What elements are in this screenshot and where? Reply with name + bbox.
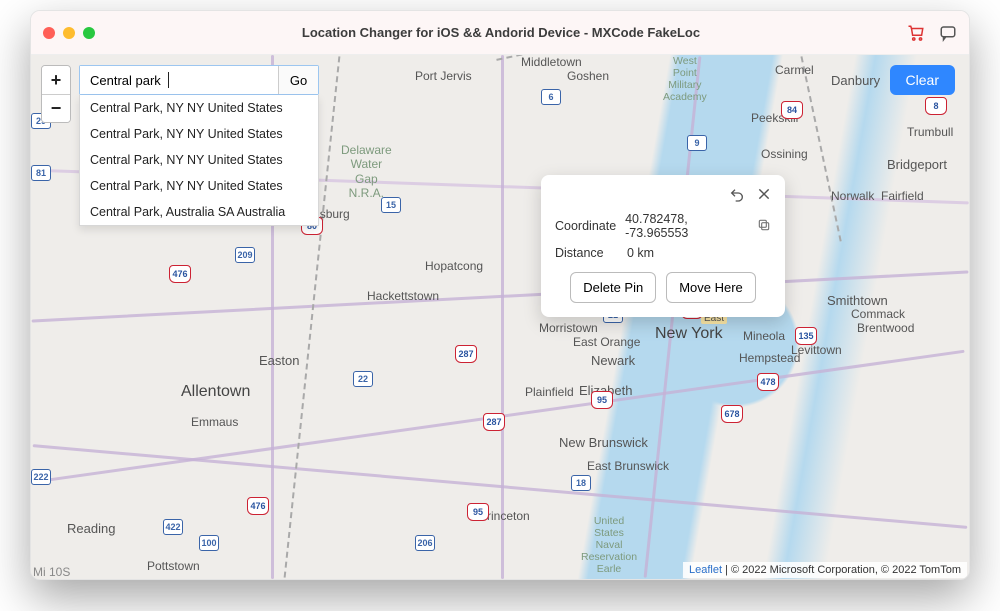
leaflet-link[interactable]: Leaflet	[689, 564, 722, 576]
map-label: East Orange	[573, 335, 640, 349]
map-label: Reading	[67, 521, 115, 536]
map-label: New York	[655, 325, 723, 343]
map-label: West Point Military Academy	[663, 55, 707, 103]
go-button[interactable]: Go	[278, 66, 318, 94]
map-label: Hempstead	[739, 351, 800, 365]
map-label: Norwalk	[831, 189, 874, 203]
copy-icon[interactable]	[757, 218, 771, 235]
clear-button[interactable]: Clear	[890, 65, 955, 95]
map-label: Fairfield	[881, 189, 924, 203]
coord-value: 40.782478, -73.965553	[625, 212, 751, 240]
map-attribution: Leaflet | © 2022 Microsoft Corporation, …	[683, 562, 967, 578]
titlebar: Location Changer for iOS && Andorid Devi…	[31, 11, 969, 55]
map-label: Bridgeport	[887, 157, 947, 172]
map-label: Newark	[591, 353, 635, 368]
suggestion-item[interactable]: Central Park, NY NY United States	[80, 147, 318, 173]
delete-pin-button[interactable]: Delete Pin	[570, 272, 656, 303]
map-label: Brentwood	[857, 321, 914, 335]
map-label: Trumbull	[907, 125, 953, 139]
cart-icon[interactable]	[907, 24, 925, 42]
map-label: Delaware Water Gap N.R.A.	[341, 143, 392, 201]
chat-icon[interactable]	[939, 24, 957, 42]
map-label: Pottstown	[147, 559, 200, 573]
distance-value: 0 km	[627, 246, 654, 260]
attribution-text: | © 2022 Microsoft Corporation, © 2022 T…	[722, 564, 961, 576]
map-label: Plainfield	[525, 385, 574, 399]
undo-icon[interactable]	[729, 187, 745, 206]
zoom-in-button[interactable]: +	[42, 66, 70, 94]
map-label: Emmaus	[191, 415, 238, 429]
zoom-out-button[interactable]: −	[42, 94, 70, 122]
map-label: Smithtown	[827, 293, 888, 308]
map-label: Ossining	[761, 147, 808, 161]
map-label: United States Naval Reservation Earle	[581, 515, 637, 575]
coordinate-popup: Coordinate 40.782478, -73.965553 Distanc…	[541, 175, 785, 317]
map-label: Port Jervis	[415, 69, 472, 83]
map-label: Danbury	[831, 73, 880, 88]
suggestion-item[interactable]: Central Park, NY NY United States	[80, 173, 318, 199]
close-icon[interactable]	[757, 187, 771, 206]
search-bar: Go	[79, 65, 319, 95]
map-label: Mineola	[743, 329, 785, 343]
map-label: Hopatcong	[425, 259, 483, 273]
search-input[interactable]	[80, 66, 278, 94]
traffic-lights	[43, 27, 95, 39]
map-label: Morristown	[539, 321, 598, 335]
suggestion-item[interactable]: Central Park, NY NY United States	[80, 121, 318, 147]
close-window-button[interactable]	[43, 27, 55, 39]
app-window: Location Changer for iOS && Andorid Devi…	[30, 10, 970, 580]
window-title: Location Changer for iOS && Andorid Devi…	[95, 25, 907, 40]
distance-label: Distance	[555, 246, 627, 260]
text-cursor	[168, 72, 169, 88]
suggestion-item[interactable]: Central Park, NY NY United States	[80, 95, 318, 121]
search-suggestions: Central Park, NY NY United States Centra…	[79, 95, 319, 226]
move-here-button[interactable]: Move Here	[666, 272, 756, 303]
map-label: Goshen	[567, 69, 609, 83]
content-area: New York Newark Elizabeth Allentown East…	[31, 55, 969, 579]
map-label: Hackettstown	[367, 289, 439, 303]
suggestion-item[interactable]: Central Park, Australia SA Australia	[80, 199, 318, 225]
coord-label: Coordinate	[555, 219, 625, 233]
status-hint: Mi 10S	[33, 565, 70, 579]
maximize-window-button[interactable]	[83, 27, 95, 39]
map-label: Middletown	[521, 55, 582, 69]
minimize-window-button[interactable]	[63, 27, 75, 39]
map-label: East Brunswick	[587, 459, 669, 473]
map-label: Carmel	[775, 63, 814, 77]
zoom-control: + −	[41, 65, 71, 123]
search-panel: Go Central Park, NY NY United States Cen…	[79, 65, 319, 226]
map-label: Allentown	[181, 383, 250, 401]
map-label: Commack	[851, 307, 905, 321]
map-label: New Brunswick	[559, 435, 648, 450]
map-label: Easton	[259, 353, 299, 368]
